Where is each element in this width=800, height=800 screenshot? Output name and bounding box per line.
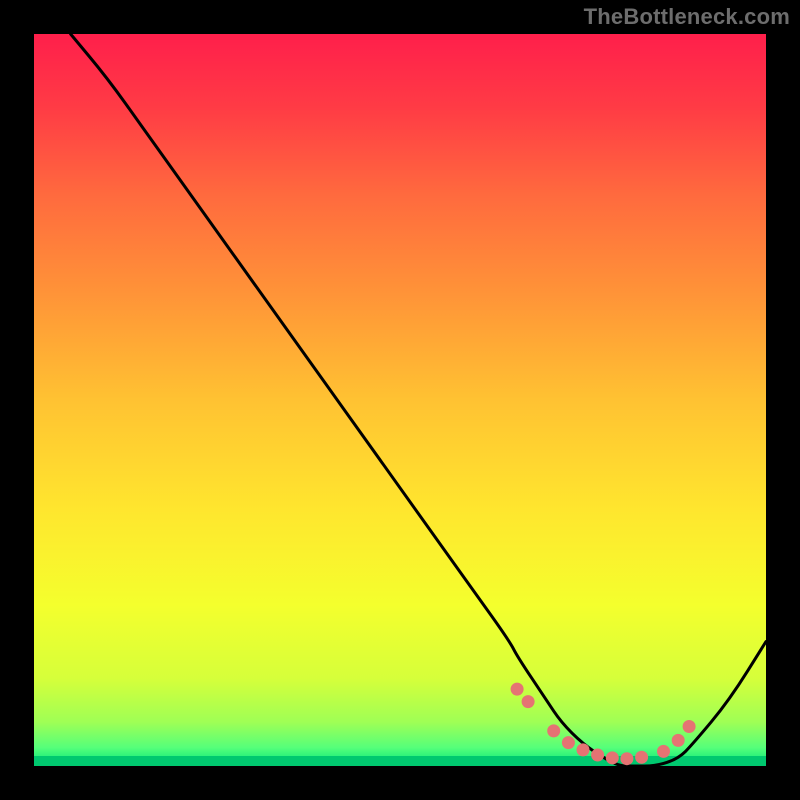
chart-gradient-bg: [34, 34, 766, 766]
chart-margin-right: [766, 0, 800, 800]
watermark-label: TheBottleneck.com: [584, 4, 790, 30]
sweet-spot-dot: [547, 724, 560, 737]
sweet-spot-dot: [683, 720, 696, 733]
sweet-spot-dot: [522, 695, 535, 708]
sweet-spot-dot: [606, 751, 619, 764]
sweet-spot-dot: [620, 752, 633, 765]
chart-margin-left: [0, 0, 34, 800]
sweet-spot-dot: [591, 749, 604, 762]
sweet-spot-dot: [562, 736, 575, 749]
chart-margin-bottom: [0, 766, 800, 800]
sweet-spot-dot: [511, 683, 524, 696]
sweet-spot-dot: [635, 751, 648, 764]
chart-stage: TheBottleneck.com: [0, 0, 800, 800]
sweet-spot-dot: [577, 743, 590, 756]
sweet-spot-dot: [657, 745, 670, 758]
bottleneck-curve-chart: [0, 0, 800, 800]
sweet-spot-dot: [672, 734, 685, 747]
